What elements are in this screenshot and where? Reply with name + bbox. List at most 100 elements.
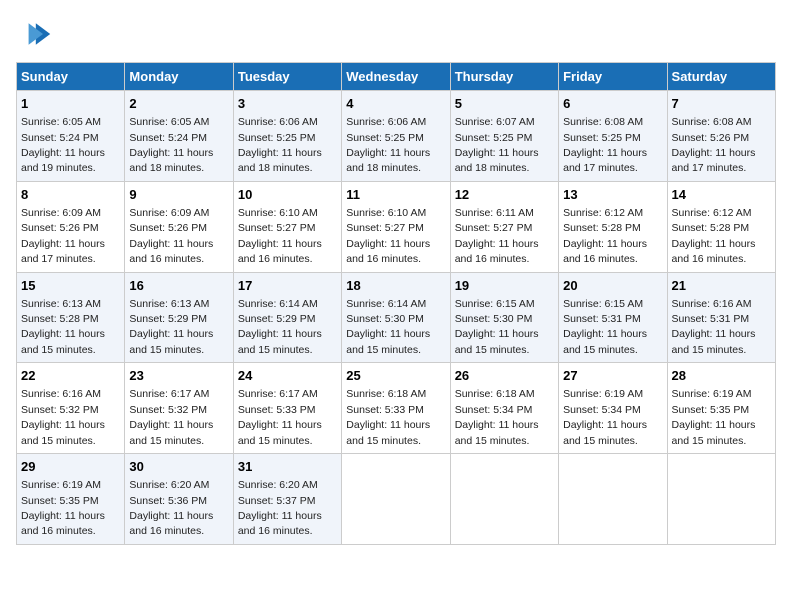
calendar-cell: 10 Sunrise: 6:10 AMSunset: 5:27 PMDayligh…	[233, 181, 341, 272]
calendar-cell: 16 Sunrise: 6:13 AMSunset: 5:29 PMDayligh…	[125, 272, 233, 363]
week-row-1: 1 Sunrise: 6:05 AMSunset: 5:24 PMDaylight…	[17, 91, 776, 182]
cell-content: Sunrise: 6:09 AMSunset: 5:26 PMDaylight:…	[21, 207, 105, 265]
calendar-cell	[450, 454, 558, 545]
day-number: 22	[21, 367, 120, 385]
day-number: 23	[129, 367, 228, 385]
week-row-2: 8 Sunrise: 6:09 AMSunset: 5:26 PMDaylight…	[17, 181, 776, 272]
calendar-cell: 20 Sunrise: 6:15 AMSunset: 5:31 PMDayligh…	[559, 272, 667, 363]
header	[16, 16, 776, 52]
cell-content: Sunrise: 6:15 AMSunset: 5:30 PMDaylight:…	[455, 298, 539, 356]
calendar-cell: 9Sunrise: 6:09 AMSunset: 5:26 PMDaylight…	[125, 181, 233, 272]
day-number: 19	[455, 277, 554, 295]
day-number: 1	[21, 95, 120, 113]
cell-content: Sunrise: 6:14 AMSunset: 5:29 PMDaylight:…	[238, 298, 322, 356]
day-number: 15	[21, 277, 120, 295]
day-header-monday: Monday	[125, 63, 233, 91]
cell-content: Sunrise: 6:19 AMSunset: 5:35 PMDaylight:…	[21, 479, 105, 537]
cell-content: Sunrise: 6:12 AMSunset: 5:28 PMDaylight:…	[672, 207, 756, 265]
calendar-cell: 29 Sunrise: 6:19 AMSunset: 5:35 PMDayligh…	[17, 454, 125, 545]
cell-content: Sunrise: 6:19 AMSunset: 5:35 PMDaylight:…	[672, 388, 756, 446]
calendar-cell: 27 Sunrise: 6:19 AMSunset: 5:34 PMDayligh…	[559, 363, 667, 454]
calendar-cell: 25Sunrise: 6:18 AMSunset: 5:33 PMDayligh…	[342, 363, 450, 454]
calendar-cell: 11 Sunrise: 6:10 AMSunset: 5:27 PMDayligh…	[342, 181, 450, 272]
day-header-wednesday: Wednesday	[342, 63, 450, 91]
day-number: 8	[21, 186, 120, 204]
day-header-thursday: Thursday	[450, 63, 558, 91]
cell-content: Sunrise: 6:10 AMSunset: 5:27 PMDaylight:…	[346, 207, 430, 265]
calendar-cell: 3Sunrise: 6:06 AMSunset: 5:25 PMDaylight…	[233, 91, 341, 182]
day-number: 26	[455, 367, 554, 385]
cell-content: Sunrise: 6:20 AMSunset: 5:36 PMDaylight:…	[129, 479, 213, 537]
day-header-sunday: Sunday	[17, 63, 125, 91]
cell-content: Sunrise: 6:11 AMSunset: 5:27 PMDaylight:…	[455, 207, 539, 265]
calendar-cell: 31 Sunrise: 6:20 AMSunset: 5:37 PMDayligh…	[233, 454, 341, 545]
cell-content: Sunrise: 6:09 AMSunset: 5:26 PMDaylight:…	[129, 207, 213, 265]
calendar-cell: 14Sunrise: 6:12 AMSunset: 5:28 PMDayligh…	[667, 181, 775, 272]
calendar-cell: 12 Sunrise: 6:11 AMSunset: 5:27 PMDayligh…	[450, 181, 558, 272]
calendar-cell: 19 Sunrise: 6:15 AMSunset: 5:30 PMDayligh…	[450, 272, 558, 363]
day-number: 30	[129, 458, 228, 476]
day-header-friday: Friday	[559, 63, 667, 91]
day-header-saturday: Saturday	[667, 63, 775, 91]
cell-content: Sunrise: 6:13 AMSunset: 5:29 PMDaylight:…	[129, 298, 213, 356]
calendar-cell	[559, 454, 667, 545]
calendar-cell: 7Sunrise: 6:08 AMSunset: 5:26 PMDaylight…	[667, 91, 775, 182]
calendar-cell: 28Sunrise: 6:19 AMSunset: 5:35 PMDayligh…	[667, 363, 775, 454]
cell-content: Sunrise: 6:18 AMSunset: 5:33 PMDaylight:…	[346, 388, 430, 446]
cell-content: Sunrise: 6:13 AMSunset: 5:28 PMDaylight:…	[21, 298, 105, 356]
day-number: 10	[238, 186, 337, 204]
day-number: 27	[563, 367, 662, 385]
cell-content: Sunrise: 6:20 AMSunset: 5:37 PMDaylight:…	[238, 479, 322, 537]
cell-content: Sunrise: 6:10 AMSunset: 5:27 PMDaylight:…	[238, 207, 322, 265]
day-number: 31	[238, 458, 337, 476]
day-number: 11	[346, 186, 445, 204]
calendar-cell: 23 Sunrise: 6:17 AMSunset: 5:32 PMDayligh…	[125, 363, 233, 454]
calendar-cell: 17 Sunrise: 6:14 AMSunset: 5:29 PMDayligh…	[233, 272, 341, 363]
day-number: 17	[238, 277, 337, 295]
calendar-cell: 22 Sunrise: 6:16 AMSunset: 5:32 PMDayligh…	[17, 363, 125, 454]
cell-content: Sunrise: 6:19 AMSunset: 5:34 PMDaylight:…	[563, 388, 647, 446]
cell-content: Sunrise: 6:07 AMSunset: 5:25 PMDaylight:…	[455, 116, 539, 174]
day-number: 21	[672, 277, 771, 295]
logo	[16, 16, 58, 52]
cell-content: Sunrise: 6:16 AMSunset: 5:31 PMDaylight:…	[672, 298, 756, 356]
day-number: 20	[563, 277, 662, 295]
day-number: 12	[455, 186, 554, 204]
week-row-3: 15 Sunrise: 6:13 AMSunset: 5:28 PMDayligh…	[17, 272, 776, 363]
cell-content: Sunrise: 6:15 AMSunset: 5:31 PMDaylight:…	[563, 298, 647, 356]
cell-content: Sunrise: 6:17 AMSunset: 5:32 PMDaylight:…	[129, 388, 213, 446]
calendar-cell: 26 Sunrise: 6:18 AMSunset: 5:34 PMDayligh…	[450, 363, 558, 454]
calendar-cell: 30 Sunrise: 6:20 AMSunset: 5:36 PMDayligh…	[125, 454, 233, 545]
day-number: 18	[346, 277, 445, 295]
cell-content: Sunrise: 6:18 AMSunset: 5:34 PMDaylight:…	[455, 388, 539, 446]
day-header-tuesday: Tuesday	[233, 63, 341, 91]
calendar-header-row: SundayMondayTuesdayWednesdayThursdayFrid…	[17, 63, 776, 91]
week-row-4: 22 Sunrise: 6:16 AMSunset: 5:32 PMDayligh…	[17, 363, 776, 454]
day-number: 24	[238, 367, 337, 385]
calendar-table: SundayMondayTuesdayWednesdayThursdayFrid…	[16, 62, 776, 545]
calendar-cell: 5 Sunrise: 6:07 AMSunset: 5:25 PMDaylight…	[450, 91, 558, 182]
cell-content: Sunrise: 6:06 AMSunset: 5:25 PMDaylight:…	[346, 116, 430, 174]
day-number: 4	[346, 95, 445, 113]
cell-content: Sunrise: 6:08 AMSunset: 5:26 PMDaylight:…	[672, 116, 756, 174]
day-number: 3	[238, 95, 337, 113]
day-number: 29	[21, 458, 120, 476]
cell-content: Sunrise: 6:16 AMSunset: 5:32 PMDaylight:…	[21, 388, 105, 446]
calendar-cell: 24Sunrise: 6:17 AMSunset: 5:33 PMDayligh…	[233, 363, 341, 454]
day-number: 2	[129, 95, 228, 113]
calendar-cell: 6Sunrise: 6:08 AMSunset: 5:25 PMDaylight…	[559, 91, 667, 182]
cell-content: Sunrise: 6:14 AMSunset: 5:30 PMDaylight:…	[346, 298, 430, 356]
cell-content: Sunrise: 6:08 AMSunset: 5:25 PMDaylight:…	[563, 116, 647, 174]
week-row-5: 29 Sunrise: 6:19 AMSunset: 5:35 PMDayligh…	[17, 454, 776, 545]
cell-content: Sunrise: 6:05 AMSunset: 5:24 PMDaylight:…	[21, 116, 105, 174]
day-number: 13	[563, 186, 662, 204]
logo-icon	[16, 16, 52, 52]
calendar-cell: 15 Sunrise: 6:13 AMSunset: 5:28 PMDayligh…	[17, 272, 125, 363]
cell-content: Sunrise: 6:12 AMSunset: 5:28 PMDaylight:…	[563, 207, 647, 265]
calendar-cell: 18 Sunrise: 6:14 AMSunset: 5:30 PMDayligh…	[342, 272, 450, 363]
calendar-cell: 8 Sunrise: 6:09 AMSunset: 5:26 PMDaylight…	[17, 181, 125, 272]
calendar-cell: 2Sunrise: 6:05 AMSunset: 5:24 PMDaylight…	[125, 91, 233, 182]
calendar-cell: 4 Sunrise: 6:06 AMSunset: 5:25 PMDaylight…	[342, 91, 450, 182]
day-number: 16	[129, 277, 228, 295]
day-number: 5	[455, 95, 554, 113]
